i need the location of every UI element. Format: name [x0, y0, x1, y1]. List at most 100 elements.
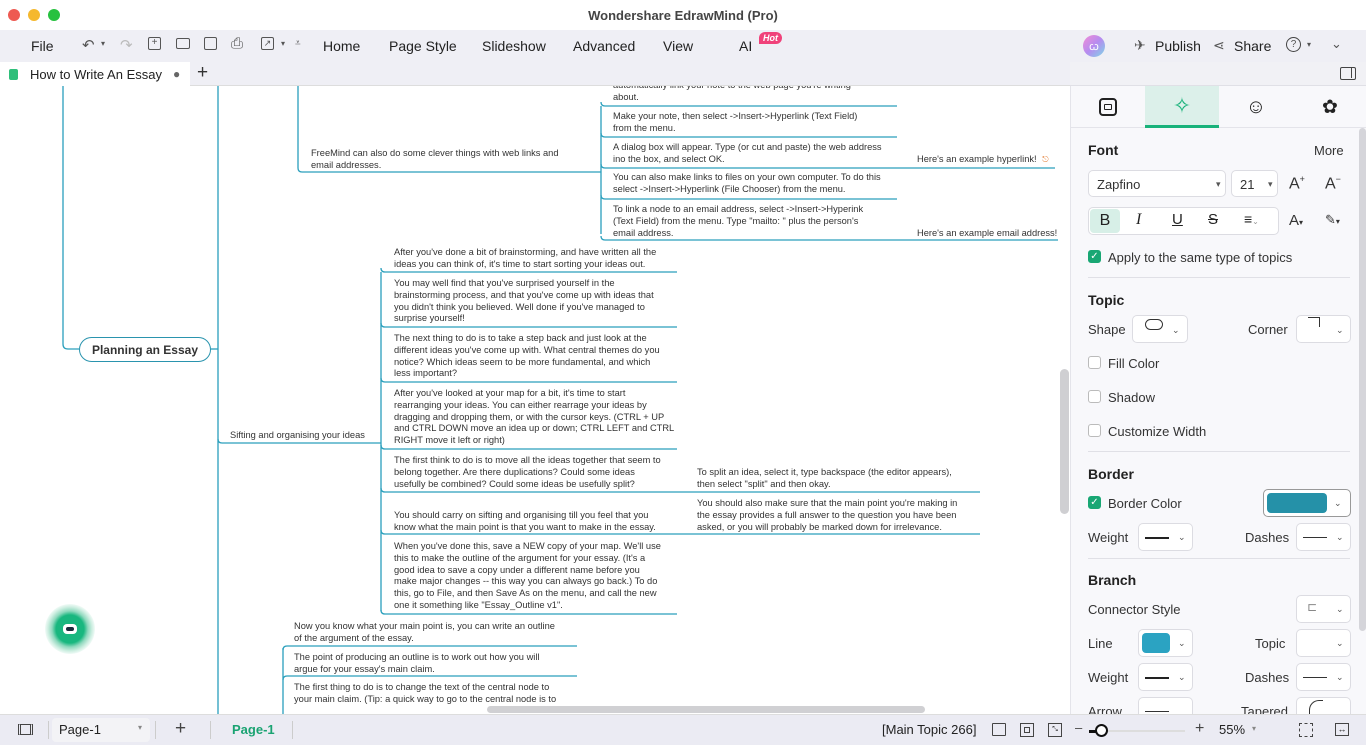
- example-hyperlink[interactable]: Here's an example hyperlink! ⎋: [917, 154, 1049, 166]
- menu-ai[interactable]: AI: [739, 38, 752, 54]
- menu-advanced[interactable]: Advanced: [573, 38, 635, 54]
- user-avatar[interactable]: ꞷ: [1083, 35, 1105, 57]
- zoom-dropdown-icon[interactable]: ▾: [1252, 724, 1256, 733]
- panel-tab-ai-format[interactable]: ✧: [1145, 86, 1219, 128]
- sifting-note[interactable]: The next thing to do is to take a step b…: [394, 333, 660, 380]
- toggle-panel-icon[interactable]: [1340, 67, 1356, 80]
- border-weight-select[interactable]: ⌄: [1138, 523, 1193, 551]
- underline-button[interactable]: U: [1172, 211, 1183, 228]
- main-topic-planning-an-essay[interactable]: Planning an Essay: [79, 337, 211, 362]
- fit-width-icon[interactable]: ↔: [1335, 723, 1349, 736]
- subtopic-web-links[interactable]: FreeMind can also do some clever things …: [311, 148, 559, 172]
- zoom-slider[interactable]: [1089, 724, 1185, 737]
- panel-scrollbar[interactable]: [1359, 128, 1366, 631]
- zoom-out-button[interactable]: –: [1075, 720, 1082, 735]
- web-note[interactable]: To link a node to an email address, sele…: [613, 204, 863, 239]
- outline-note[interactable]: Now you know what your main point is, yo…: [294, 621, 555, 645]
- web-note[interactable]: Make your note, then select ->Insert->Hy…: [613, 111, 857, 135]
- decrease-font-icon[interactable]: A−: [1325, 174, 1341, 193]
- zoom-window-button[interactable]: [48, 9, 60, 21]
- page-tab-active[interactable]: Page-1: [232, 722, 275, 737]
- customize-width-checkbox[interactable]: [1088, 424, 1101, 437]
- print-icon[interactable]: ⎙: [231, 35, 243, 52]
- add-tab-button[interactable]: +: [197, 62, 208, 84]
- sifting-note[interactable]: After you've done a bit of brainstorming…: [394, 247, 656, 271]
- branch-dashes-select[interactable]: ⌄: [1296, 663, 1351, 691]
- branch-topic-select[interactable]: ⌄: [1296, 629, 1351, 657]
- panel-tab-theme[interactable]: ✿: [1293, 86, 1366, 128]
- example-email[interactable]: Here's an example email address!: [917, 228, 1057, 240]
- menu-home[interactable]: Home: [323, 38, 360, 54]
- font-size-select[interactable]: 21 ▾: [1231, 170, 1278, 197]
- bold-button[interactable]: B: [1090, 209, 1120, 233]
- ai-assistant-button[interactable]: [45, 604, 95, 654]
- menu-file[interactable]: File: [31, 38, 54, 54]
- zoom-in-button[interactable]: +: [1195, 720, 1204, 738]
- panel-tab-style[interactable]: [1071, 86, 1145, 128]
- more-tools-icon[interactable]: ⩡: [295, 38, 301, 49]
- panel-tab-icons[interactable]: ☺: [1219, 86, 1293, 128]
- mindmap-canvas[interactable]: Planning an Essay FreeMind can also do s…: [0, 86, 1070, 714]
- sifting-subnote[interactable]: You should also make sure that the main …: [697, 498, 957, 533]
- corner-select[interactable]: ⌄: [1296, 315, 1351, 343]
- border-color-checkbox[interactable]: ✓: [1088, 496, 1101, 509]
- outline-note[interactable]: The first thing to do is to change the t…: [294, 682, 556, 706]
- arrow-select[interactable]: [1138, 697, 1193, 714]
- border-dashes-select[interactable]: ⌄: [1296, 523, 1351, 551]
- web-note[interactable]: automatically link your note to the web …: [613, 86, 851, 104]
- canvas-vertical-scrollbar[interactable]: [1060, 369, 1069, 514]
- redo-icon[interactable]: ↷: [120, 36, 133, 54]
- sifting-subnote[interactable]: To split an idea, select it, type backsp…: [697, 467, 952, 491]
- font-more-link[interactable]: More: [1314, 143, 1344, 158]
- sifting-note[interactable]: When you've done this, save a NEW copy o…: [394, 541, 661, 612]
- italic-button[interactable]: I: [1136, 211, 1141, 229]
- shape-select[interactable]: ⌄: [1132, 315, 1188, 343]
- subtopic-sifting[interactable]: Sifting and organising your ideas: [230, 430, 365, 442]
- sifting-note[interactable]: You may well find that you've surprised …: [394, 278, 654, 325]
- branch-weight-select[interactable]: ⌄: [1138, 663, 1193, 691]
- menu-view[interactable]: View: [663, 38, 693, 54]
- menu-page-style[interactable]: Page Style: [389, 38, 457, 54]
- document-tab[interactable]: How to Write An Essay ●: [0, 62, 190, 86]
- line-color-select[interactable]: ⌄: [1138, 629, 1193, 657]
- open-folder-icon[interactable]: [176, 38, 190, 49]
- add-page-button[interactable]: +: [175, 718, 186, 740]
- sifting-note[interactable]: The first think to do is to move all the…: [394, 455, 661, 490]
- help-icon[interactable]: ?: [1286, 37, 1301, 52]
- minimize-window-button[interactable]: [28, 9, 40, 21]
- outline-note[interactable]: The point of producing an outline is to …: [294, 652, 539, 676]
- publish-button[interactable]: Publish: [1155, 38, 1201, 54]
- fill-color-checkbox[interactable]: [1088, 356, 1101, 369]
- canvas-horizontal-scrollbar[interactable]: [487, 706, 925, 713]
- page-select[interactable]: Page-1 ▾: [52, 718, 150, 742]
- undo-dropdown-icon[interactable]: ▾: [101, 39, 105, 48]
- export-dropdown-icon[interactable]: ▾: [281, 39, 285, 48]
- border-color-select[interactable]: ⌄: [1263, 489, 1351, 517]
- font-family-select[interactable]: Zapfino ▾: [1088, 170, 1226, 197]
- help-dropdown-icon[interactable]: ▾: [1307, 40, 1311, 49]
- font-color-button[interactable]: A▾: [1289, 212, 1303, 229]
- zoom-slider-handle[interactable]: [1094, 724, 1108, 737]
- fullscreen-fit-icon[interactable]: ⤡: [1048, 723, 1062, 737]
- web-note[interactable]: You can also make links to files on your…: [613, 172, 881, 196]
- strikethrough-button[interactable]: S: [1208, 211, 1218, 228]
- connector-style-select[interactable]: ⊏ ⌄: [1296, 595, 1351, 623]
- undo-icon[interactable]: ↶: [82, 36, 95, 54]
- apply-same-checkbox[interactable]: ✓: [1088, 250, 1101, 263]
- fullscreen-icon[interactable]: [1299, 723, 1313, 737]
- save-icon[interactable]: [204, 37, 217, 50]
- close-window-button[interactable]: [8, 9, 20, 21]
- sifting-note[interactable]: After you've looked at your map for a bi…: [394, 388, 674, 447]
- increase-font-icon[interactable]: A+: [1289, 174, 1305, 193]
- book-view-icon[interactable]: [992, 723, 1006, 736]
- shadow-checkbox[interactable]: [1088, 390, 1101, 403]
- align-dropdown[interactable]: ≡⌄: [1244, 211, 1259, 227]
- menu-slideshow[interactable]: Slideshow: [482, 38, 546, 54]
- fit-page-icon[interactable]: [1020, 723, 1034, 737]
- highlight-button[interactable]: ✎▾: [1325, 212, 1340, 228]
- collapse-ribbon-icon[interactable]: ⌄: [1331, 36, 1342, 52]
- tapered-select[interactable]: [1296, 697, 1351, 714]
- share-button[interactable]: Share: [1234, 38, 1271, 54]
- sifting-note[interactable]: You should carry on sifting and organisi…: [394, 510, 656, 534]
- hyperlink-icon[interactable]: ⎋: [1042, 155, 1048, 164]
